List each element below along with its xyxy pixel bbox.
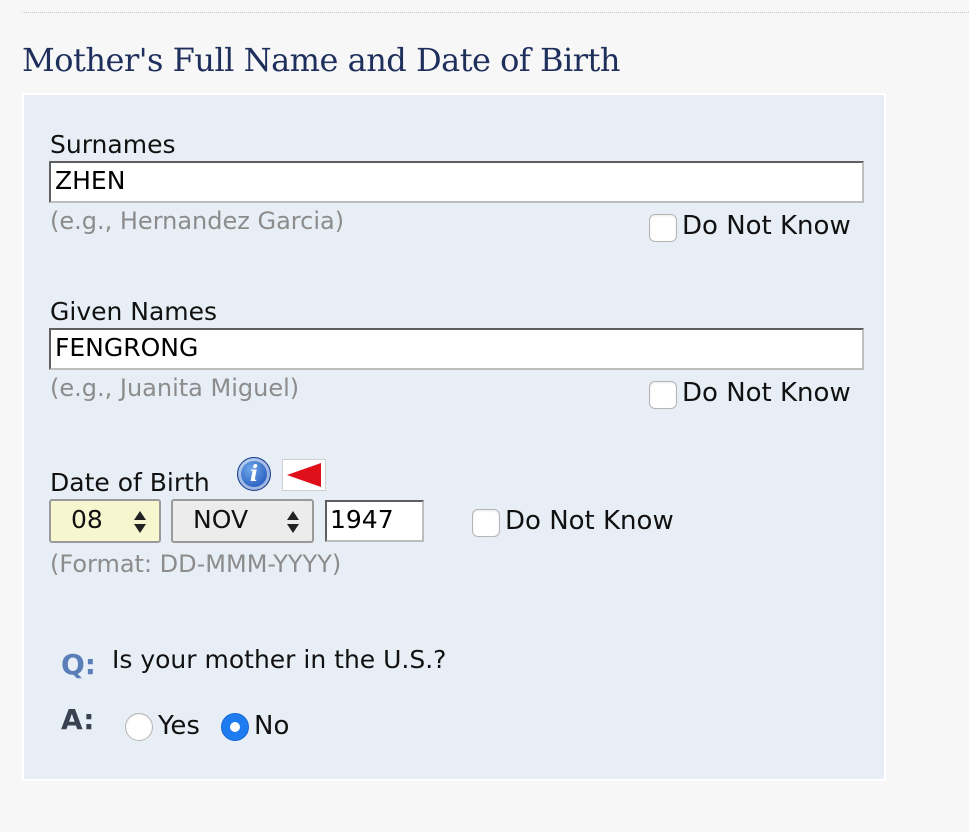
- info-icon[interactable]: i: [237, 457, 271, 491]
- question-mark-label: Q:: [61, 648, 96, 681]
- day-spinner-icon: [134, 511, 146, 533]
- given-names-hint: (e.g., Juanita Miguel): [50, 374, 300, 402]
- surnames-label: Surnames: [50, 130, 176, 159]
- section-title: Mother's Full Name and Date of Birth: [22, 41, 620, 79]
- answer-mark-label: A:: [61, 703, 95, 736]
- yes-radio-label[interactable]: Yes: [158, 711, 200, 741]
- day-select[interactable]: 08: [49, 499, 161, 543]
- given-names-do-not-know-checkbox[interactable]: [649, 381, 677, 409]
- form-panel: Surnames ZHEN (e.g., Hernandez Garcia) D…: [22, 93, 886, 781]
- given-names-label: Given Names: [50, 297, 218, 326]
- surnames-do-not-know-label[interactable]: Do Not Know: [682, 211, 851, 241]
- surnames-input[interactable]: ZHEN: [49, 161, 864, 203]
- question-text: Is your mother in the U.S.?: [112, 645, 447, 674]
- no-radio-label[interactable]: No: [254, 711, 289, 741]
- surnames-hint: (e.g., Hernandez Garcia): [50, 207, 345, 235]
- yes-radio[interactable]: [125, 713, 153, 741]
- no-radio[interactable]: [221, 713, 249, 741]
- surnames-do-not-know-checkbox[interactable]: [649, 214, 677, 242]
- year-input[interactable]: 1947: [325, 500, 424, 542]
- month-spinner-icon: [287, 511, 299, 533]
- dob-do-not-know-label[interactable]: Do Not Know: [505, 506, 674, 536]
- day-select-value: 08: [71, 505, 103, 534]
- month-select[interactable]: NOV: [171, 499, 314, 543]
- red-flag-icon: [282, 459, 326, 491]
- given-names-do-not-know-label[interactable]: Do Not Know: [682, 378, 851, 408]
- date-of-birth-label: Date of Birth: [50, 468, 210, 497]
- month-select-value: NOV: [193, 505, 249, 534]
- top-divider: [22, 12, 969, 13]
- given-names-input[interactable]: FENGRONG: [49, 328, 864, 370]
- dob-do-not-know-checkbox[interactable]: [472, 509, 500, 537]
- dob-format-hint: (Format: DD-MMM-YYYY): [50, 550, 342, 578]
